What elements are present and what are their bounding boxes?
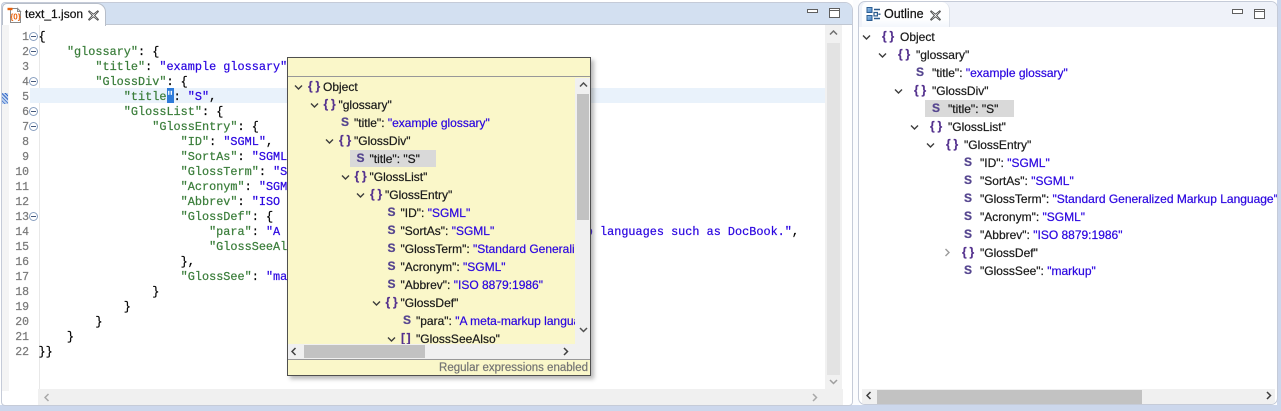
svg-text:{0}: {0}: [10, 13, 21, 22]
